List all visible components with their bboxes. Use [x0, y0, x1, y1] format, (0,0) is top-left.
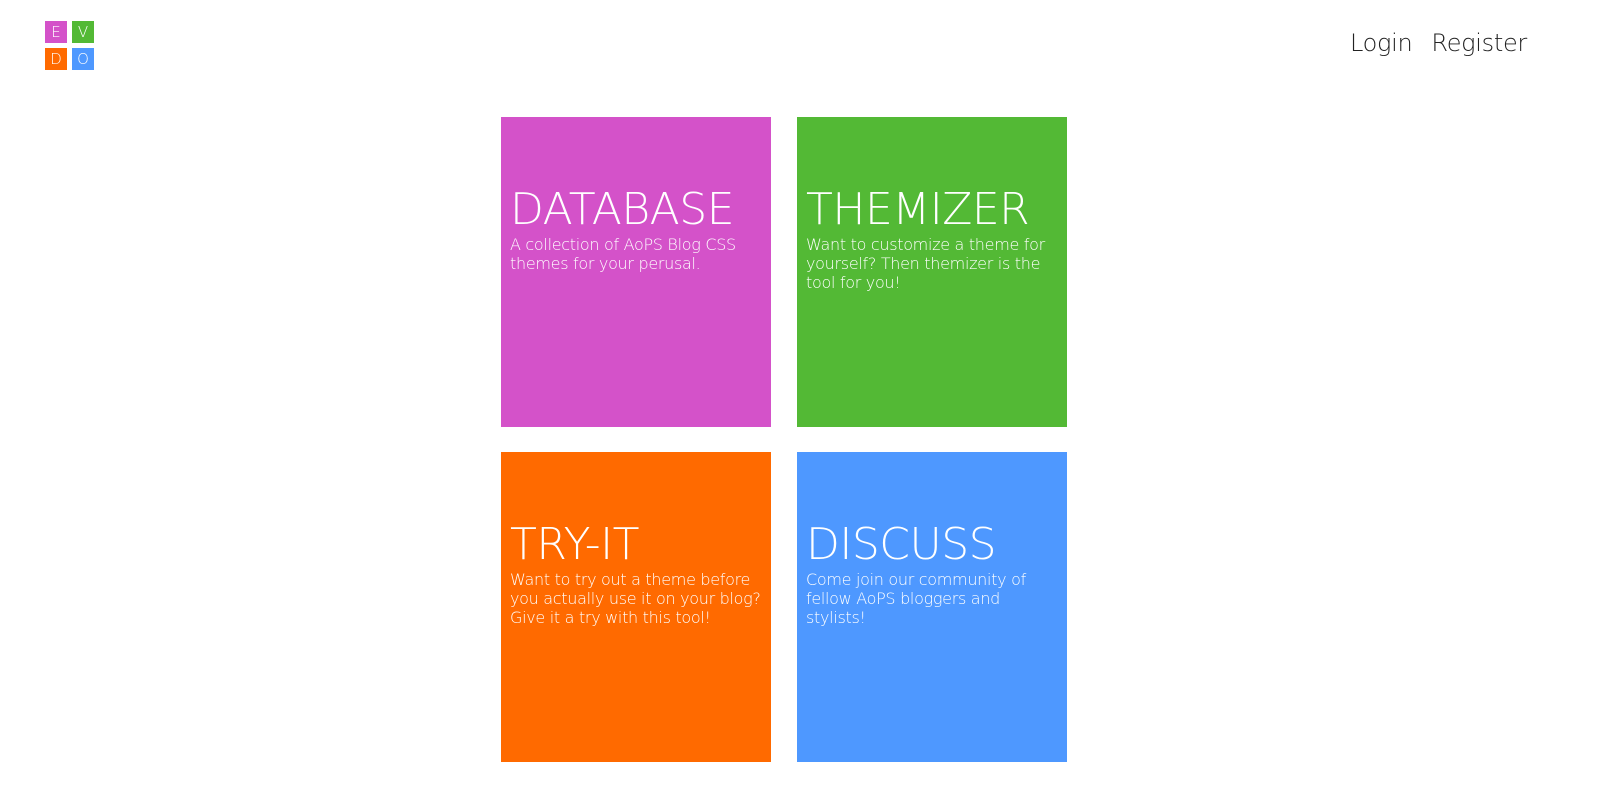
tile-description: A collection of AoPS Blog CSS themes for…: [510, 235, 736, 273]
top-nav: Login Register: [1350, 29, 1527, 57]
tile-title: DATABASE: [510, 184, 735, 235]
site-logo[interactable]: E V D O: [45, 21, 94, 70]
logo-letter-v: V: [72, 21, 94, 43]
tile-try-it[interactable]: TRY-IT Want to try out a theme before yo…: [501, 452, 771, 762]
tile-discuss[interactable]: DISCUSS Come join our community of fello…: [797, 452, 1067, 762]
logo-letter-e: E: [45, 21, 67, 43]
logo-letter-d: D: [45, 48, 67, 70]
tile-database[interactable]: DATABASE A collection of AoPS Blog CSS t…: [501, 117, 771, 427]
tile-themizer[interactable]: THEMIZER Want to customize a theme for y…: [797, 117, 1067, 427]
login-link[interactable]: Login: [1350, 29, 1413, 57]
tile-description: Want to customize a theme for yourself? …: [806, 235, 1045, 292]
tile-title: TRY-IT: [510, 519, 640, 570]
tile-title: DISCUSS: [806, 519, 997, 570]
tile-description: Want to try out a theme before you actua…: [510, 570, 761, 627]
register-link[interactable]: Register: [1431, 29, 1527, 57]
tile-description: Come join our community of fellow AoPS b…: [806, 570, 1026, 627]
tile-title: THEMIZER: [806, 184, 1030, 235]
logo-letter-o: O: [72, 48, 94, 70]
